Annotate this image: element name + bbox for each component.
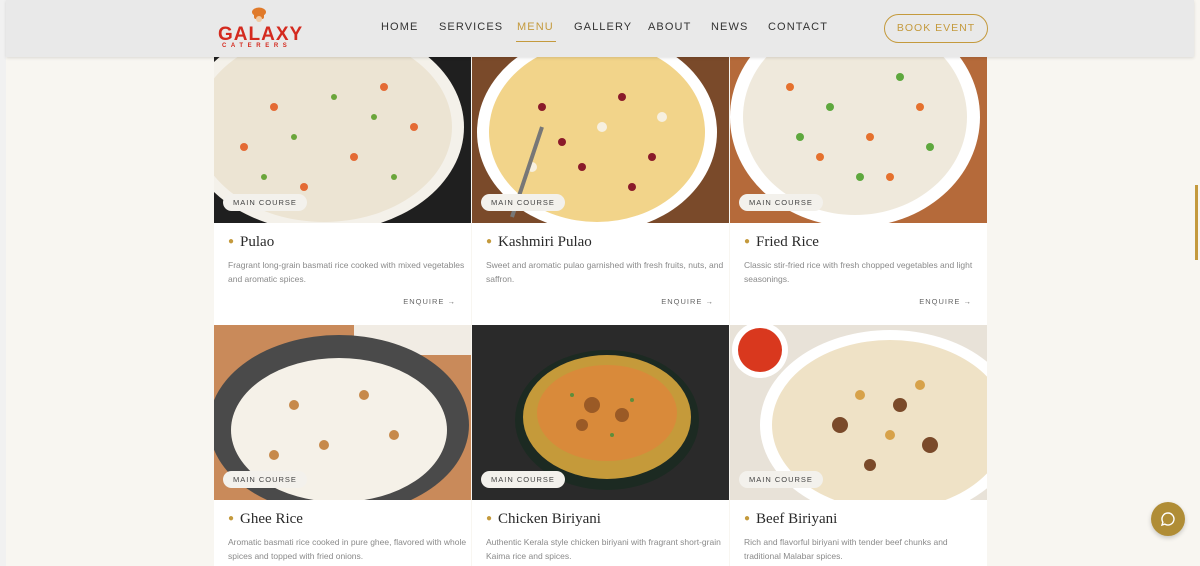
nav-about[interactable]: ABOUT xyxy=(648,21,691,33)
category-badge: MAIN COURSE xyxy=(739,471,823,488)
nav-menu[interactable]: MENU xyxy=(517,21,554,33)
dish-description: Authentic Kerala style chicken biriyani … xyxy=(486,537,721,561)
menu-card-beef-biriyani[interactable]: MAIN COURSE ● Beef Biriyani Rich and flav… xyxy=(730,325,987,566)
enquire-link[interactable]: ENQUIRE → xyxy=(919,297,972,306)
bullet-dot: ● xyxy=(228,513,235,524)
bullet-dot: ● xyxy=(486,236,493,247)
nav-news[interactable]: NEWS xyxy=(711,21,748,33)
nav-active-underline xyxy=(516,41,556,42)
food-image: MAIN COURSE xyxy=(730,47,987,223)
book-event-button[interactable]: BOOK EVENT xyxy=(884,14,988,43)
nav-services[interactable]: SERVICES xyxy=(439,21,503,33)
menu-card-ghee-rice[interactable]: MAIN COURSE ● Ghee Rice Aromatic basmati … xyxy=(214,325,471,566)
food-image: MAIN COURSE xyxy=(214,47,471,223)
dish-title: ● Pulao xyxy=(228,234,275,250)
page-edge xyxy=(0,0,6,566)
category-badge: MAIN COURSE xyxy=(223,471,307,488)
bullet-dot: ● xyxy=(744,236,751,247)
menu-card-chicken-biriyani[interactable]: MAIN COURSE ● Chicken Biriyani Authentic … xyxy=(472,325,729,566)
dish-description: Sweet and aromatic pulao garnished with … xyxy=(486,260,724,284)
food-image: MAIN COURSE xyxy=(472,47,729,223)
menu-card-kashmiri-pulao[interactable]: MAIN COURSE ● Kashmiri Pulao Sweet and ar… xyxy=(472,47,729,325)
dish-description: Classic stir-fried rice with fresh chopp… xyxy=(744,260,973,284)
brand-logo[interactable]: GALAXY CATERERS xyxy=(216,4,308,52)
menu-card-pulao[interactable]: MAIN COURSE ● Pulao Fragrant long-grain b… xyxy=(214,47,471,325)
enquire-link[interactable]: ENQUIRE → xyxy=(661,297,714,306)
dish-description: Aromatic basmati rice cooked in pure ghe… xyxy=(228,537,467,561)
category-badge: MAIN COURSE xyxy=(481,471,565,488)
menu-card-fried-rice[interactable]: MAIN COURSE ● Fried Rice Classic stir-fri… xyxy=(730,47,987,325)
bullet-dot: ● xyxy=(228,236,235,247)
scrollbar-thumb[interactable] xyxy=(1195,185,1198,260)
nav-contact[interactable]: CONTACT xyxy=(768,21,828,33)
dish-description: Rich and flavorful biriyani with tender … xyxy=(744,537,948,561)
dish-description: Fragrant long-grain basmati rice cooked … xyxy=(228,260,465,284)
bullet-dot: ● xyxy=(744,513,751,524)
nav-gallery[interactable]: GALLERY xyxy=(574,21,632,33)
bullet-dot: ● xyxy=(486,513,493,524)
food-image: MAIN COURSE xyxy=(214,325,471,500)
dish-title: ● Kashmiri Pulao xyxy=(486,234,592,250)
food-image: MAIN COURSE xyxy=(730,325,987,500)
nav-home[interactable]: HOME xyxy=(381,21,418,33)
category-badge: MAIN COURSE xyxy=(739,194,823,211)
dish-title: ● Ghee Rice xyxy=(228,511,303,527)
dish-title: ● Fried Rice xyxy=(744,234,819,250)
enquire-link[interactable]: ENQUIRE → xyxy=(403,297,456,306)
chat-button[interactable] xyxy=(1151,502,1185,536)
dish-title: ● Chicken Biriyani xyxy=(486,511,601,527)
food-image: MAIN COURSE xyxy=(472,325,729,500)
category-badge: MAIN COURSE xyxy=(481,194,565,211)
dish-title: ● Beef Biriyani xyxy=(744,511,838,527)
site-header: GALAXY CATERERS HOME SERVICES MENU GALLE… xyxy=(6,0,1194,57)
chat-bubble-icon xyxy=(1160,512,1175,527)
chef-hat-icon xyxy=(252,7,266,22)
category-badge: MAIN COURSE xyxy=(223,194,307,211)
brand-subtitle: CATERERS xyxy=(222,43,292,49)
